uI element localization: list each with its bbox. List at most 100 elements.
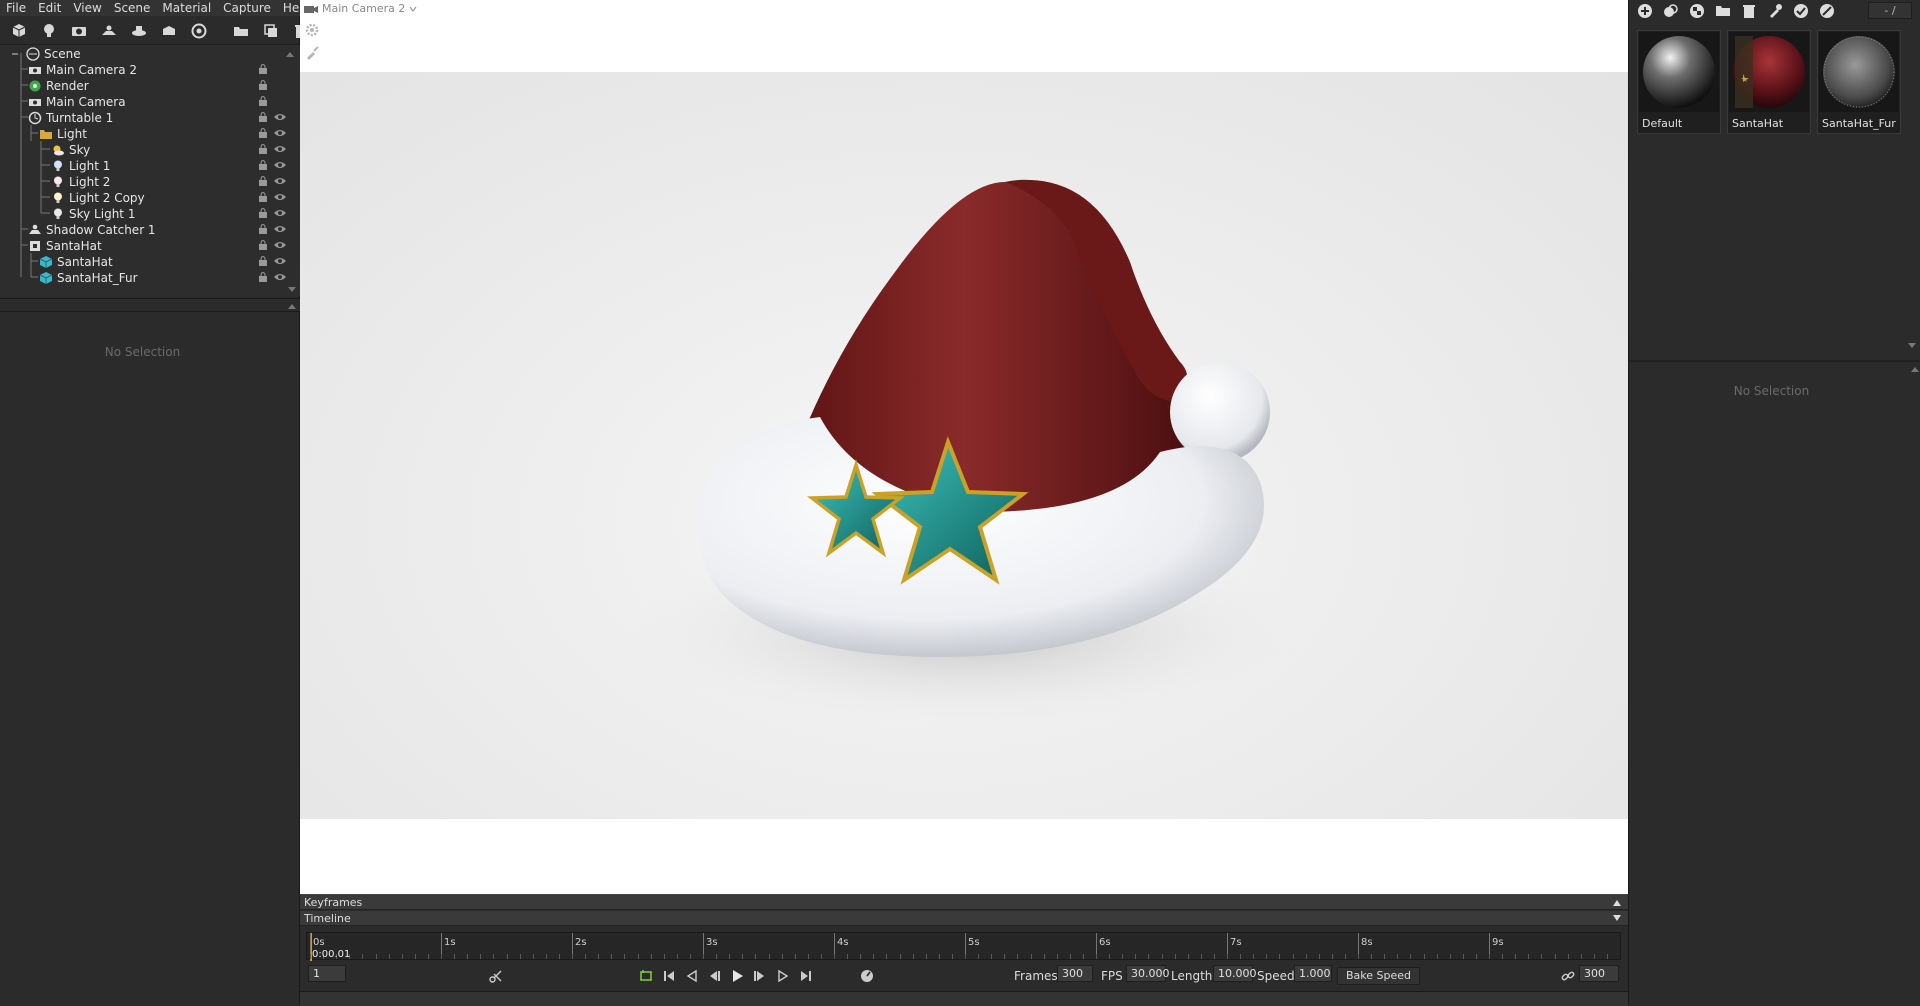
tree-row-santahat-fur[interactable]: SantaHat_Fur [39,270,295,286]
time-ruler[interactable]: 0s 1s 2s 3s 4s 5s 6s 7s 8s 9s [306,932,1621,961]
length-field[interactable]: 10.000 [1213,965,1257,982]
group-icon[interactable] [160,22,178,40]
lock-icon[interactable] [257,63,269,75]
speed-dial-icon[interactable] [859,968,875,984]
speed-field[interactable]: 1.000 [1294,965,1332,982]
light-bulb-icon[interactable] [40,22,58,40]
menu-file[interactable]: File [6,0,32,16]
material-filter-dropdown[interactable]: - / [1868,2,1912,19]
brush-icon[interactable] [304,45,320,61]
lock-icon[interactable] [257,207,269,219]
tree-row-light-folder[interactable]: Light [39,126,295,142]
tree-row-light-1[interactable]: Light 1 [51,158,295,174]
lock-icon[interactable] [257,255,269,267]
step-forward-icon[interactable] [752,968,768,984]
lock-icon[interactable] [257,79,269,91]
menu-view[interactable]: View [73,0,107,16]
folder-icon[interactable] [232,22,250,40]
visibility-eye-icon[interactable] [273,127,287,139]
scroll-up-icon[interactable] [1910,365,1920,373]
lock-icon[interactable] [257,111,269,123]
tree-row-santahat-group[interactable]: SantaHat [28,238,295,254]
menu-material[interactable]: Material [162,0,217,16]
lock-icon[interactable] [257,95,269,107]
timeline-header[interactable]: Timeline [300,911,1628,926]
next-keyframe-icon[interactable] [775,968,791,984]
material-card-santahat-fur[interactable]: SantaHat_Fur [1817,30,1901,134]
scroll-down-icon[interactable] [1907,342,1917,350]
scroll-up-icon[interactable] [287,302,297,310]
keyframe-track[interactable] [300,991,1628,1006]
add-material-icon[interactable] [1637,3,1653,19]
play-icon[interactable] [729,968,745,984]
checker-icon[interactable] [1689,3,1705,19]
step-back-icon[interactable] [706,968,722,984]
bake-speed-button[interactable]: Bake Speed [1337,967,1421,985]
lock-icon[interactable] [257,143,269,155]
camera-selector[interactable]: Main Camera 2 [304,2,417,15]
tree-row-sky-light-1[interactable]: Sky Light 1 [51,206,295,222]
previous-keyframe-icon[interactable] [684,968,700,984]
menu-edit[interactable]: Edit [38,0,67,16]
lock-icon[interactable] [257,191,269,203]
skip-to-start-icon[interactable] [661,968,677,984]
fps-field[interactable]: 30.000 [1126,965,1170,982]
pick-material-icon[interactable] [1767,3,1783,19]
visibility-eye-icon[interactable] [273,111,287,123]
lock-icon[interactable] [257,271,269,283]
visibility-eye-icon[interactable] [273,143,287,155]
visibility-eye-icon[interactable] [273,223,287,235]
duplicate-icon[interactable] [262,22,280,40]
link-icon[interactable] [1560,968,1576,984]
scroll-up-icon[interactable] [285,50,295,58]
tree-row-render[interactable]: Render [28,78,295,94]
clone-material-icon[interactable] [1663,3,1679,19]
camera-icon[interactable] [70,22,88,40]
render-icon[interactable] [190,22,208,40]
menu-capture[interactable]: Capture [223,0,277,16]
tree-row-light-2[interactable]: Light 2 [51,174,295,190]
material-card-default[interactable]: Default [1637,30,1721,134]
keyframes-header[interactable]: Keyframes [300,895,1628,910]
visibility-eye-icon[interactable] [273,255,287,267]
add-object-icon[interactable] [10,22,28,40]
visibility-eye-icon[interactable] [273,271,287,283]
scissors-icon[interactable] [488,968,504,984]
visibility-eye-icon[interactable] [273,207,287,219]
tree-row-shadow-catcher-1[interactable]: Shadow Catcher 1 [28,222,295,238]
lock-icon[interactable] [257,175,269,187]
end-frame-field[interactable]: 300 [1579,965,1619,982]
tree-row-main-camera[interactable]: Main Camera [28,94,295,110]
trash-icon[interactable] [1741,3,1757,19]
frames-field[interactable]: 300 [1057,965,1093,982]
visibility-eye-icon[interactable] [273,159,287,171]
tree-row-light-2-copy[interactable]: Light 2 Copy [51,190,295,206]
gear-icon[interactable] [304,22,320,38]
lock-icon[interactable] [257,127,269,139]
skip-to-end-icon[interactable] [798,968,814,984]
clear-material-icon[interactable] [1819,3,1835,19]
tree-row-main-camera-2[interactable]: Main Camera 2 [28,62,295,78]
lock-icon[interactable] [257,239,269,251]
folder-icon[interactable] [1715,3,1731,19]
expand-toggle-icon[interactable] [8,47,22,61]
scroll-down-icon[interactable] [287,286,297,294]
material-card-santahat[interactable]: SantaHat [1727,30,1811,134]
lock-icon[interactable] [257,159,269,171]
collapse-icon[interactable] [1612,914,1622,923]
menu-scene[interactable]: Scene [114,0,157,16]
apply-material-icon[interactable] [1793,3,1809,19]
tree-row-scene[interactable]: Scene [8,46,295,62]
visibility-eye-icon[interactable] [273,175,287,187]
render-view[interactable] [300,72,1628,819]
loop-icon[interactable] [638,968,654,984]
viewport[interactable]: Main Camera 2 [300,0,1628,894]
tree-row-turntable-1[interactable]: Turntable 1 [28,110,295,126]
shadow-catcher-icon[interactable] [100,22,118,40]
visibility-eye-icon[interactable] [273,191,287,203]
lock-icon[interactable] [257,223,269,235]
current-frame-field[interactable]: 1 [308,965,346,982]
tree-row-sky[interactable]: Sky [51,142,295,158]
visibility-eye-icon[interactable] [273,239,287,251]
collapse-icon[interactable] [1612,898,1622,907]
